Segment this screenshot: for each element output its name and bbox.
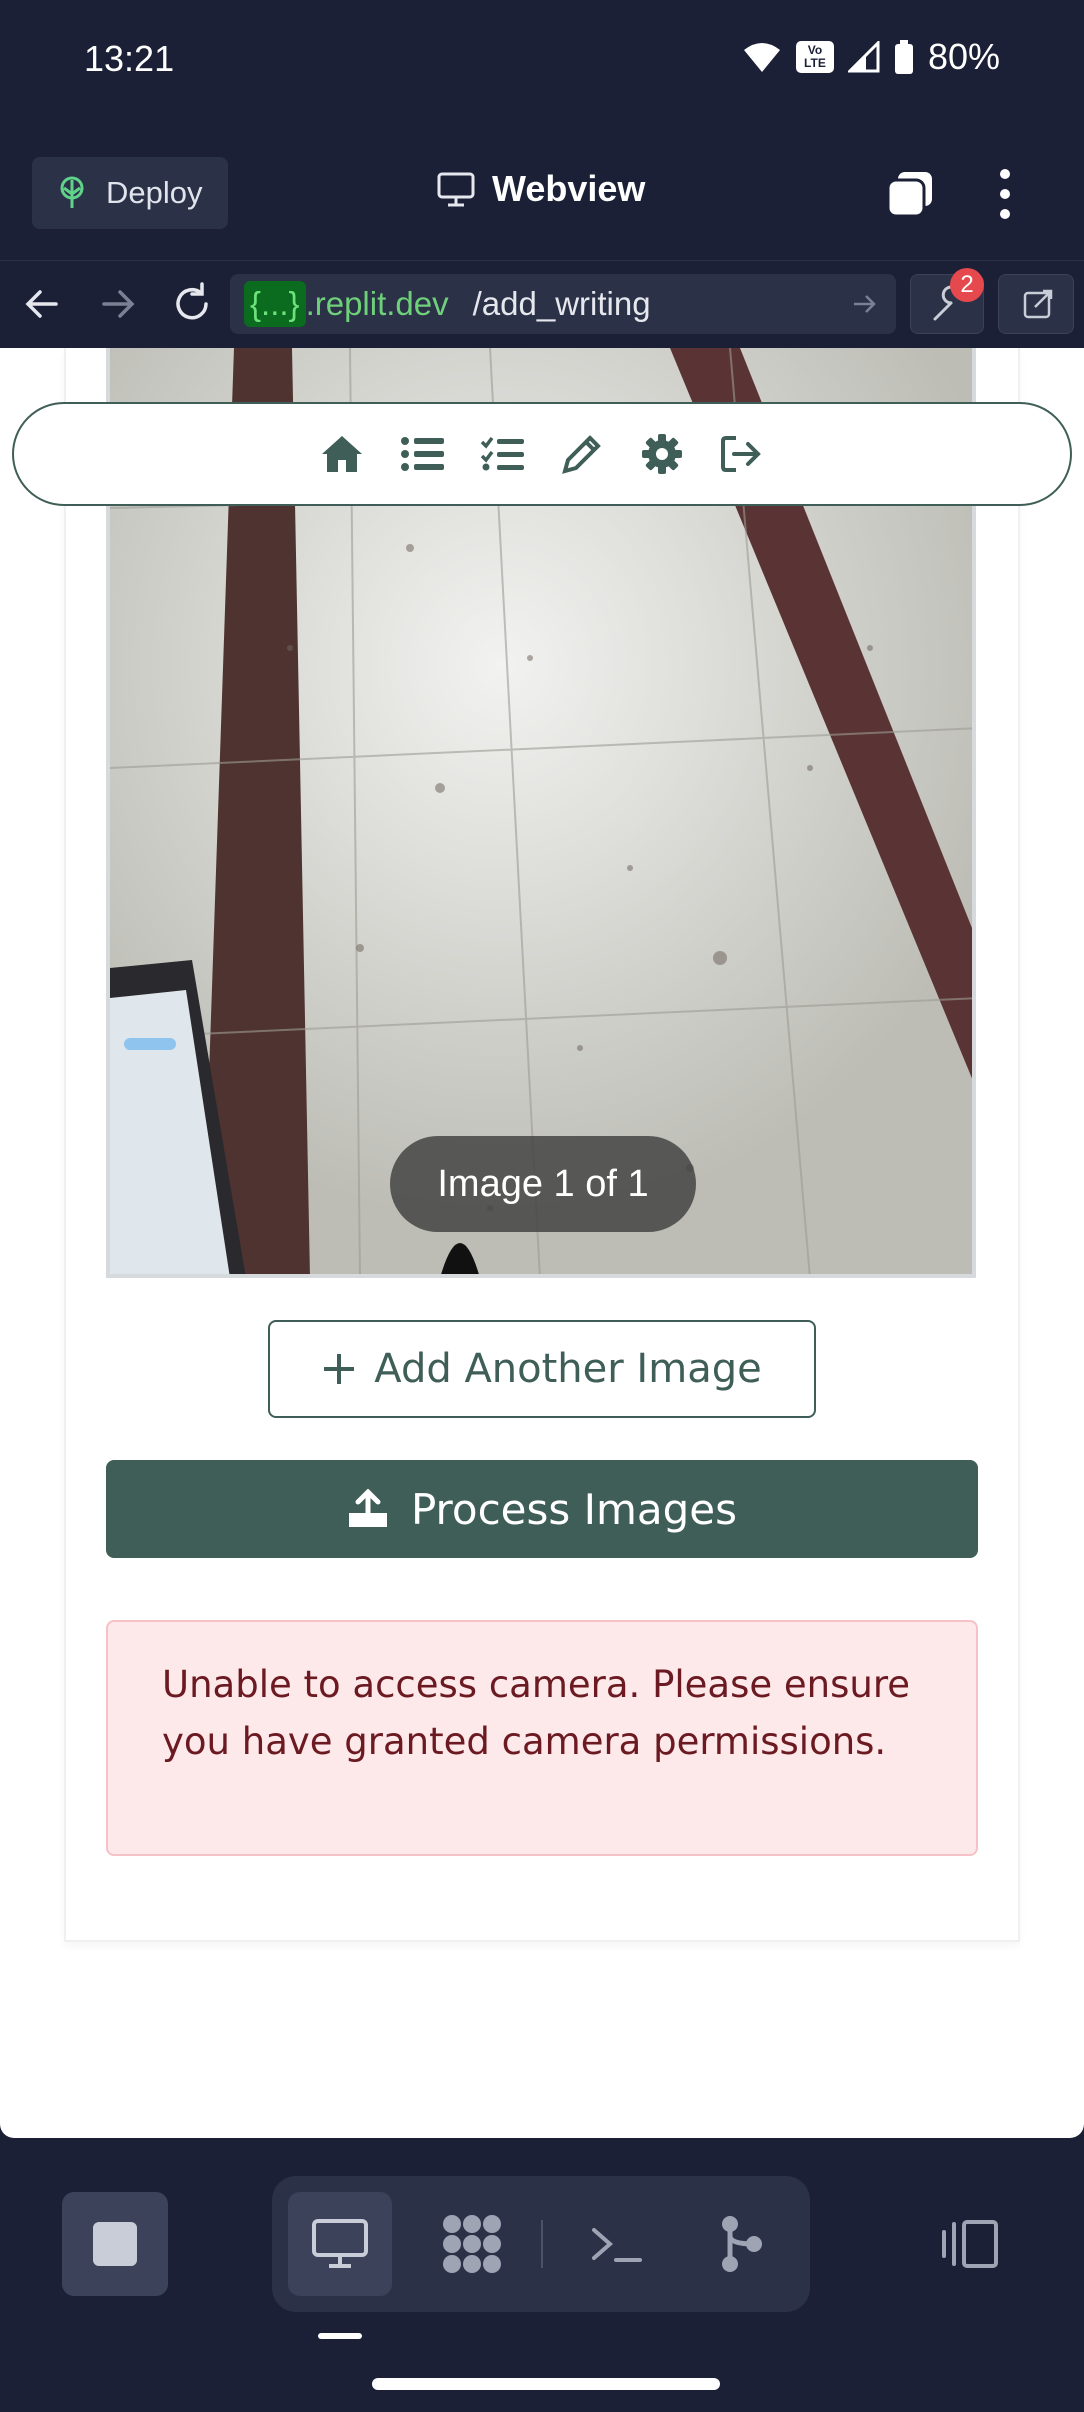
home-icon[interactable] [302, 424, 382, 484]
camera-error-alert: Unable to access camera. Please ensure y… [106, 1620, 978, 1856]
go-arrow-icon[interactable] [850, 290, 878, 318]
status-time: 13:21 [84, 38, 175, 79]
list-icon[interactable] [382, 424, 462, 484]
battery-icon [894, 40, 913, 74]
home-indicator[interactable] [372, 2378, 720, 2390]
open-new-tab-button[interactable] [998, 274, 1074, 334]
tab-divider [541, 2220, 543, 2268]
deploy-label: Deploy [106, 175, 203, 210]
back-arrow-icon[interactable] [20, 282, 64, 326]
upload-icon [348, 1489, 387, 1527]
stop-icon [93, 2222, 137, 2266]
add-another-image-label: Add Another Image [374, 1346, 762, 1392]
panel-toggle-button[interactable] [918, 2192, 1022, 2296]
pencil-icon[interactable] [542, 424, 622, 484]
tab-git[interactable] [690, 2192, 794, 2296]
terminal-icon [592, 2228, 642, 2262]
reload-icon[interactable] [168, 280, 216, 328]
url-chip: {...} [244, 281, 306, 327]
monitor-icon [312, 2219, 368, 2268]
tabs-icon[interactable] [886, 170, 934, 218]
stop-button[interactable] [62, 2192, 168, 2296]
apps-grid-icon [443, 2215, 501, 2273]
url-domain: .replit.dev [305, 285, 449, 322]
pane-title-text: Webview [492, 168, 646, 209]
more-menu-icon[interactable] [996, 168, 1014, 220]
deploy-button[interactable]: Deploy [32, 157, 228, 229]
sidebar-panel-icon [942, 2220, 998, 2268]
external-link-icon [1023, 289, 1053, 319]
pane-title: Webview [436, 168, 645, 210]
url-input[interactable]: {...} .replit.dev /add_writing [230, 274, 896, 334]
app-navbar [12, 402, 1072, 506]
signal-icon [847, 41, 880, 73]
battery-percent: 80% [927, 36, 1000, 77]
deploy-icon [60, 176, 84, 208]
process-images-label: Process Images [410, 1484, 738, 1534]
git-branch-icon [722, 2216, 762, 2272]
monitor-icon [437, 172, 475, 207]
image-counter: Image 1 of 1 [390, 1136, 696, 1232]
active-tab-indicator [318, 2333, 362, 2339]
wifi-icon [743, 43, 780, 72]
checklist-icon[interactable] [462, 424, 542, 484]
gear-icon[interactable] [622, 424, 702, 484]
tab-webview[interactable] [288, 2192, 392, 2296]
add-another-image-button[interactable]: Add Another Image [268, 1320, 816, 1418]
tab-shell[interactable] [564, 2192, 668, 2296]
plus-icon [324, 1354, 355, 1384]
logout-icon[interactable] [702, 424, 782, 484]
tab-apps[interactable] [420, 2192, 524, 2296]
url-path: /add_writing [472, 285, 651, 322]
devtools-badge: 2 [950, 268, 984, 302]
process-images-button[interactable]: Process Images [106, 1460, 978, 1558]
status-icons: Vo LTE 80% [742, 36, 1000, 78]
webview: Image 1 of 1 Add Another Image Process I… [0, 348, 1084, 2138]
volte-icon: Vo LTE [795, 41, 834, 73]
forward-arrow-icon[interactable] [96, 282, 140, 326]
